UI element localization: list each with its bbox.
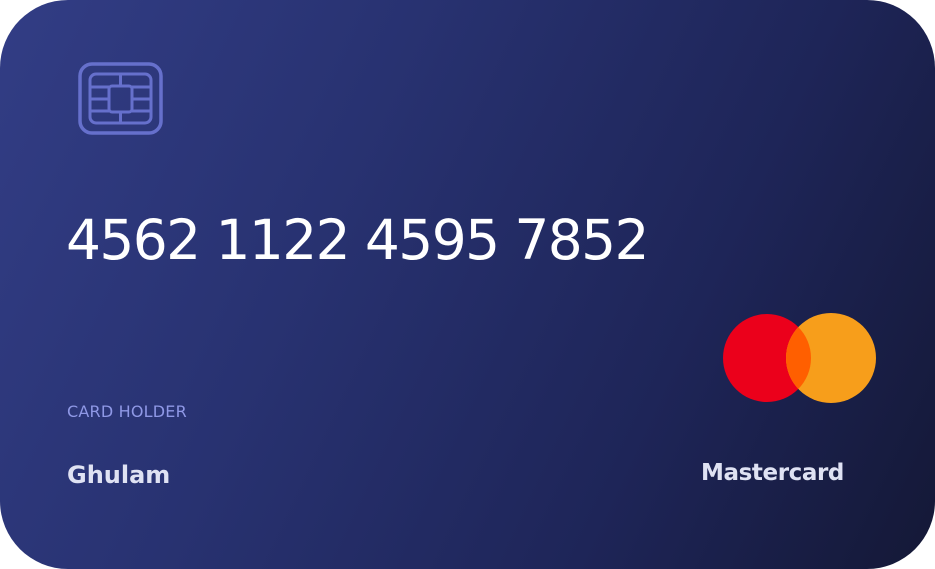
mastercard-logo-icon — [723, 313, 876, 403]
card-holder-label: CARD HOLDER — [67, 402, 187, 421]
chip-icon — [78, 62, 163, 135]
credit-card: 4562 1122 4595 7852 CARD HOLDER Ghulam M… — [0, 0, 935, 569]
card-brand-name: Mastercard — [701, 460, 844, 486]
card-number: 4562 1122 4595 7852 — [66, 208, 650, 272]
card-holder-name: Ghulam — [67, 461, 171, 489]
